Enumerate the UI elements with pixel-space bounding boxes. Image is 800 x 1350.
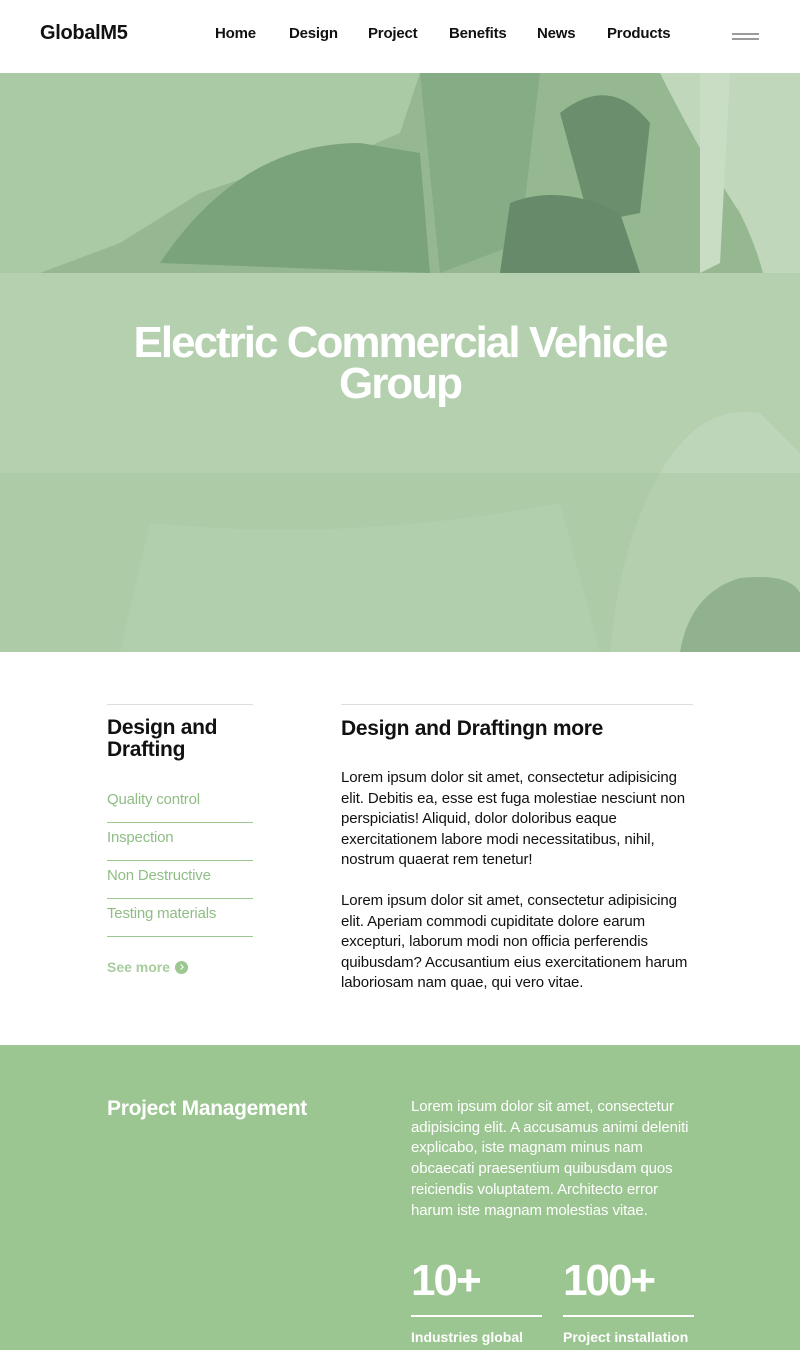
sidebar-item-quality-control[interactable]: Quality control	[107, 785, 253, 823]
stat-item: 100+ Project installation	[563, 1259, 694, 1345]
content-paragraph: Lorem ipsum dolor sit amet, consectetur …	[341, 891, 688, 992]
content-title: Design and Draftingn more	[341, 717, 604, 740]
stat-item: 10+ Industries global	[411, 1259, 542, 1345]
sidebar-item-testing-materials[interactable]: Testing materials	[107, 899, 253, 937]
site-logo[interactable]: GlobalM5	[40, 22, 128, 45]
pm-description: Lorem ipsum dolor sit amet, consectetur …	[411, 1098, 689, 1219]
hero-title: Electric Commercial Vehicle Group	[133, 318, 669, 408]
nav-products[interactable]: Products	[607, 25, 671, 42]
nav-news[interactable]: News	[537, 25, 576, 42]
stat-label: Industries global	[411, 1328, 524, 1345]
stat-value: 100+	[563, 1256, 656, 1305]
nav-benefits[interactable]: Benefits	[449, 25, 507, 42]
divider	[563, 1315, 694, 1317]
nav-design[interactable]: Design	[289, 25, 338, 42]
see-more-label: See more	[107, 959, 171, 975]
divider	[411, 1315, 542, 1317]
content-paragraph: Lorem ipsum dolor sit amet, consectetur …	[341, 769, 685, 869]
sidebar-item-non-destructive[interactable]: Non Destructive	[107, 861, 253, 899]
nav-project[interactable]: Project	[368, 25, 418, 42]
stat-label: Project installation	[563, 1328, 689, 1345]
design-sidebar: Design and Drafting Quality control Insp…	[107, 704, 253, 975]
divider	[107, 704, 253, 705]
design-content: Design and Draftingn more Lorem ipsum do…	[341, 704, 693, 994]
hamburger-menu-icon[interactable]	[728, 27, 762, 45]
hero-banner: Electric Commercial Vehicle Group	[0, 73, 800, 652]
sidebar-list: Quality control Inspection Non Destructi…	[107, 785, 253, 937]
stat-value: 10+	[411, 1256, 482, 1305]
sidebar-item-inspection[interactable]: Inspection	[107, 823, 253, 861]
site-header: GlobalM5 Home Design Project Benefits Ne…	[0, 0, 800, 73]
see-more-link[interactable]: See more	[107, 959, 253, 975]
nav-home[interactable]: Home	[215, 25, 256, 42]
project-management-section: Project Management Lorem ipsum dolor sit…	[0, 1045, 800, 1350]
divider	[341, 704, 693, 705]
arrow-circle-icon	[175, 960, 189, 974]
sidebar-title: Design and Drafting	[107, 716, 218, 761]
pm-title: Project Management	[107, 1097, 307, 1120]
